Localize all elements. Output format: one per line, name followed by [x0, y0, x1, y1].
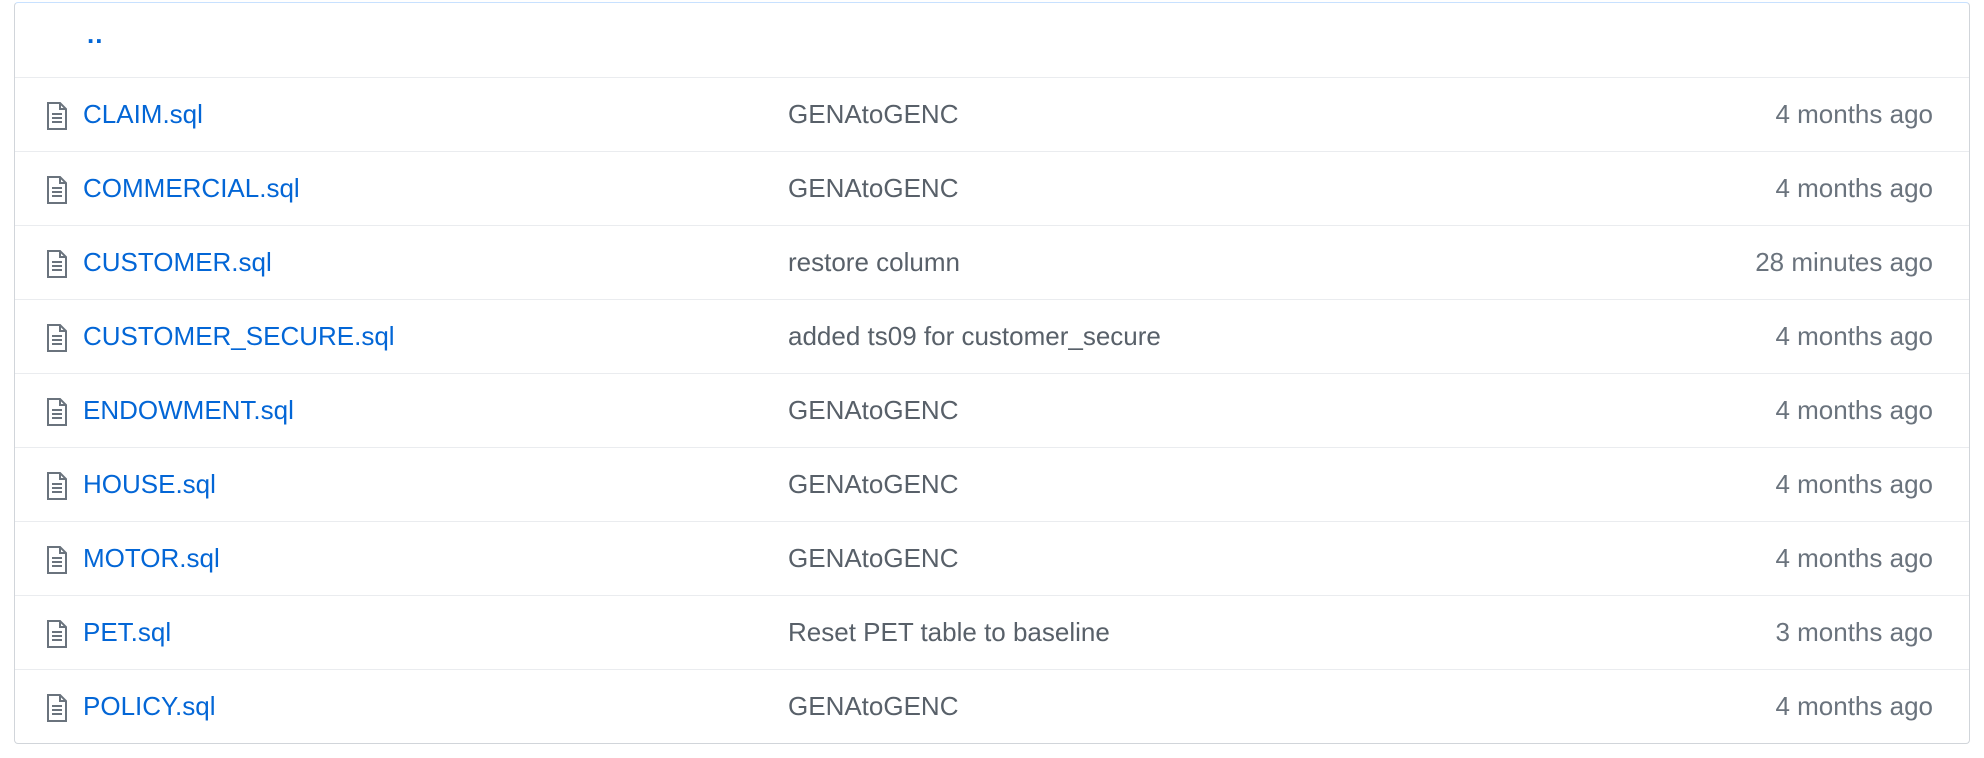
file-text-icon	[45, 694, 69, 722]
parent-directory-row[interactable]: ..	[15, 3, 1969, 77]
file-name-link[interactable]: MOTOR.sql	[83, 522, 220, 595]
commit-message-link[interactable]: GENAtoGENC	[788, 448, 959, 521]
file-text-icon	[45, 472, 69, 500]
parent-directory-link[interactable]: ..	[87, 19, 103, 50]
commit-message-link[interactable]: GENAtoGENC	[788, 78, 959, 151]
file-name-link[interactable]: CUSTOMER.sql	[83, 226, 272, 299]
commit-age: 4 months ago	[1775, 99, 1933, 129]
commit-message-link[interactable]: GENAtoGENC	[788, 670, 959, 743]
file-row: CUSTOMER.sql restore column 28 minutes a…	[15, 225, 1969, 299]
commit-age: 4 months ago	[1775, 173, 1933, 203]
file-row: CUSTOMER_SECURE.sql added ts09 for custo…	[15, 299, 1969, 373]
file-name-link[interactable]: COMMERCIAL.sql	[83, 152, 300, 225]
file-text-icon	[45, 324, 69, 352]
file-name-link[interactable]: POLICY.sql	[83, 670, 215, 743]
file-text-icon	[45, 546, 69, 574]
file-text-icon	[45, 176, 69, 204]
file-row: CLAIM.sql GENAtoGENC 4 months ago	[15, 77, 1969, 151]
commit-message-link[interactable]: Reset PET table to baseline	[788, 596, 1110, 669]
file-name-link[interactable]: PET.sql	[83, 596, 171, 669]
commit-message-link[interactable]: GENAtoGENC	[788, 152, 959, 225]
file-text-icon	[45, 250, 69, 278]
file-name-link[interactable]: CUSTOMER_SECURE.sql	[83, 300, 395, 373]
file-name-link[interactable]: ENDOWMENT.sql	[83, 374, 294, 447]
commit-age: 4 months ago	[1775, 543, 1933, 573]
file-text-icon	[45, 398, 69, 426]
file-row: POLICY.sql GENAtoGENC 4 months ago	[15, 669, 1969, 743]
file-row: PET.sql Reset PET table to baseline 3 mo…	[15, 595, 1969, 669]
commit-age: 28 minutes ago	[1755, 247, 1933, 277]
commit-age: 4 months ago	[1775, 321, 1933, 351]
commit-message-link[interactable]: added ts09 for customer_secure	[788, 300, 1161, 373]
commit-age: 3 months ago	[1775, 617, 1933, 647]
commit-message-link[interactable]: GENAtoGENC	[788, 522, 959, 595]
commit-message-link[interactable]: GENAtoGENC	[788, 374, 959, 447]
file-name-link[interactable]: HOUSE.sql	[83, 448, 216, 521]
file-row: ENDOWMENT.sql GENAtoGENC 4 months ago	[15, 373, 1969, 447]
file-text-icon	[45, 620, 69, 648]
commit-age: 4 months ago	[1775, 395, 1933, 425]
commit-message-link[interactable]: restore column	[788, 226, 960, 299]
commit-age: 4 months ago	[1775, 691, 1933, 721]
file-table: .. CLAIM.sql GENAtoGENC 4 months ago COM…	[14, 2, 1970, 744]
commit-age: 4 months ago	[1775, 469, 1933, 499]
file-row: MOTOR.sql GENAtoGENC 4 months ago	[15, 521, 1969, 595]
file-name-link[interactable]: CLAIM.sql	[83, 78, 203, 151]
file-row: HOUSE.sql GENAtoGENC 4 months ago	[15, 447, 1969, 521]
file-row: COMMERCIAL.sql GENAtoGENC 4 months ago	[15, 151, 1969, 225]
file-text-icon	[45, 102, 69, 130]
